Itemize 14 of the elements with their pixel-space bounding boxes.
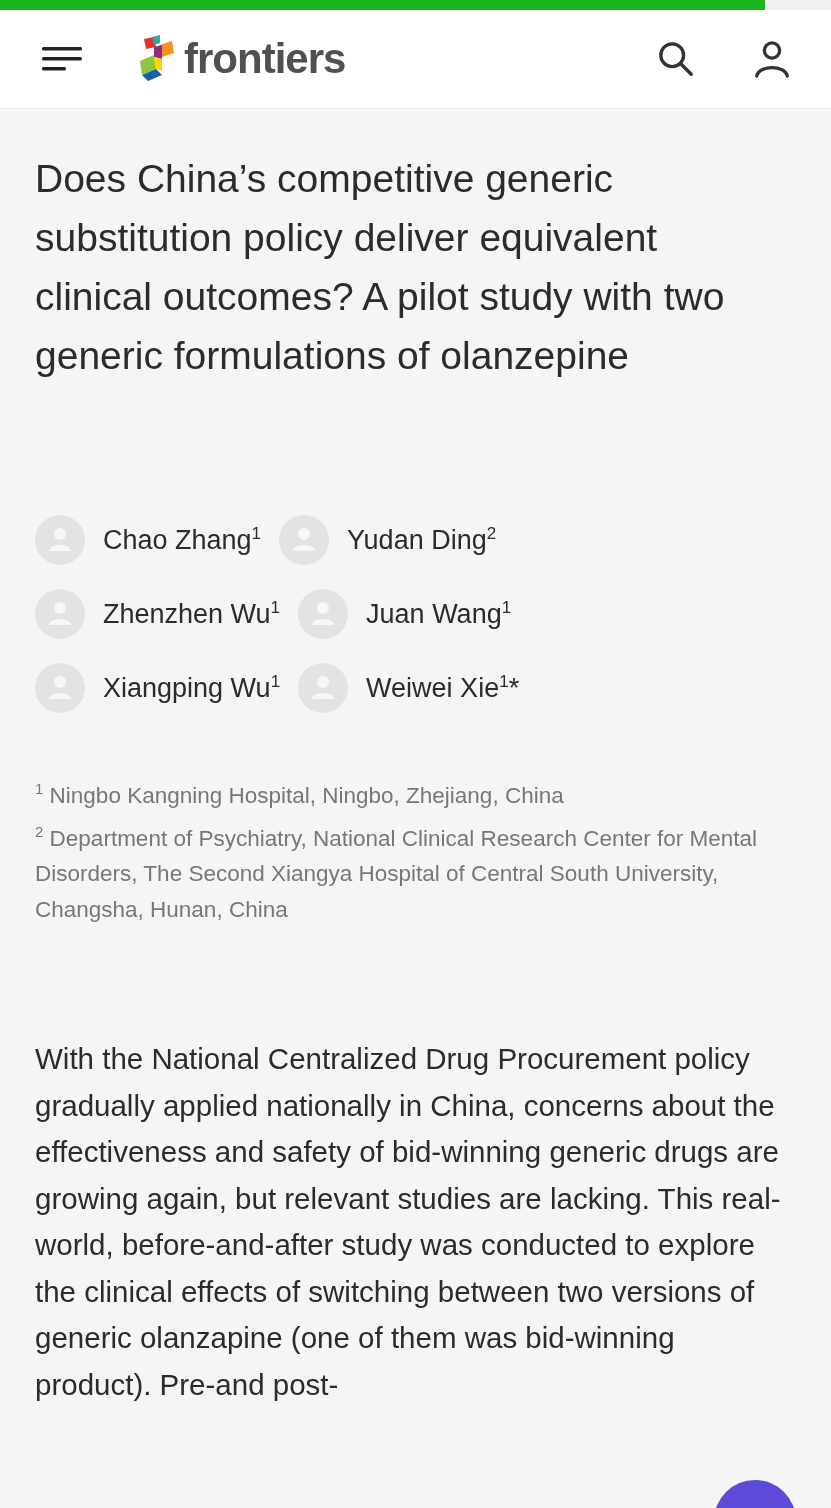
abstract-text: With the National Centralized Drug Procurement policy gradually applied nationally in China, concerns about the effectiveness and safety of bid-winning generic drugs are growing again, but relevant studies are lacking. This real-world, before-and-after study was conducted to explore the clinical effects of switching between two versions of generic olanzapine (one of them was bid-winning product). Pre-and post- (35, 1041, 782, 1403)
logo-wordmark[interactable]: frontiers (184, 35, 346, 83)
author-link[interactable]: Weiwei Xie$^{1}$* (366, 672, 520, 704)
author-link[interactable]: Yudan Ding$^{2}$ (347, 524, 497, 556)
article-title: Does China’s competitive generic substitution policy deliver equivalent clinical outcomes? A pilot study with two generic formulations of olanzepine (35, 156, 726, 379)
affiliation-text: $^{2}$ Department of Psychiatry, National Clinical Research Center for Mental Disorders, The Second Xiangya Hospital of Central South University, Changsha, Hunan, China (35, 821, 758, 924)
author-link[interactable]: Xiangping Wu$^{1}$ (103, 672, 281, 704)
user-icon[interactable] (753, 39, 791, 79)
author-link[interactable]: Chao Zhang$^{1}$ (103, 524, 262, 556)
menu-icon[interactable] (42, 45, 82, 73)
search-icon[interactable] (657, 40, 695, 78)
author-link[interactable]: Juan Wang$^{1}$ (366, 598, 512, 630)
author-link[interactable]: Zhenzhen Wu$^{1}$ (103, 598, 281, 630)
affiliation-text: $^{1}$ Ningbo Kangning Hospital, Ningbo, Zhejiang, China (35, 779, 565, 810)
